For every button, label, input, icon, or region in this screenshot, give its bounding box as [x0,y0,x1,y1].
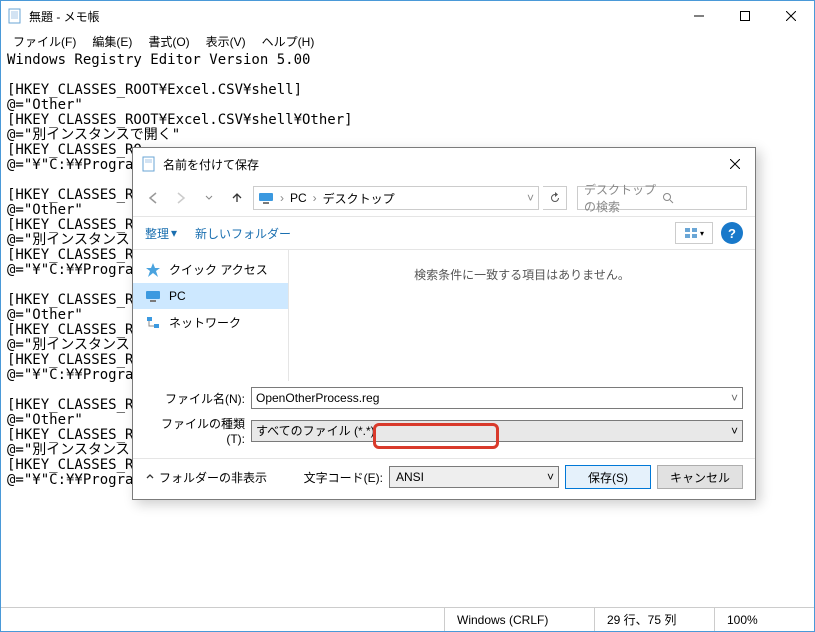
sidebar-item-network[interactable]: ネットワーク [133,309,288,336]
pc-icon [258,190,274,206]
chevron-down-icon: ˅ [731,424,738,438]
menu-edit[interactable]: 編集(E) [84,31,140,51]
breadcrumb-pc[interactable]: PC [290,191,307,205]
menu-format[interactable]: 書式(O) [140,31,197,51]
star-icon [145,262,161,278]
nav-forward-button[interactable] [169,186,193,210]
search-input[interactable]: デスクトップの検索 [577,186,747,210]
view-options-button[interactable]: ▾ [675,222,713,244]
chevron-down-icon: ˅ [547,470,554,484]
organize-button[interactable]: 整理▾ [145,225,177,242]
chevron-down-icon[interactable]: ˅ [527,191,534,205]
sidebar-item-quick-access[interactable]: クイック アクセス [133,256,288,283]
hide-folders-button[interactable]: フォルダーの非表示 [145,469,267,486]
menubar: ファイル(F) 編集(E) 書式(O) 表示(V) ヘルプ(H) [1,31,814,51]
pc-icon [145,288,161,304]
nav-up-button[interactable] [225,186,249,210]
refresh-button[interactable] [543,186,567,210]
minimize-button[interactable] [676,1,722,31]
address-bar[interactable]: › PC › デスクトップ ˅ [253,186,539,210]
dialog-close-button[interactable] [715,150,755,178]
maximize-button[interactable] [722,1,768,31]
cancel-button[interactable]: キャンセル [657,465,743,489]
filetype-combo[interactable]: すべてのファイル (*.*)˅ [251,420,743,442]
search-placeholder: デスクトップの検索 [584,181,662,215]
notepad-icon [141,156,157,172]
filetype-label: ファイルの種類(T): [145,415,245,446]
help-button[interactable]: ? [721,222,743,244]
chevron-right-icon: › [280,191,284,205]
new-folder-button[interactable]: 新しいフォルダー [195,225,291,242]
status-pos: 29 行、75 列 [594,608,714,631]
save-dialog: 名前を付けて保存 › PC › デスクトップ ˅ デスクトップの検索 整理▾ 新… [132,147,756,500]
empty-message: 検索条件に一致する項目はありません。 [414,266,630,283]
chevron-right-icon: › [313,191,317,205]
chevron-down-icon[interactable]: ˅ [731,391,738,405]
search-icon [662,192,740,204]
sidebar: クイック アクセス PC ネットワーク [133,250,289,381]
statusbar: Windows (CRLF) 29 行、75 列 100% [1,607,814,631]
chevron-down-icon[interactable] [197,186,221,210]
sidebar-item-pc[interactable]: PC [133,283,288,309]
file-list-area[interactable]: 検索条件に一致する項目はありません。 [289,250,755,381]
filename-input[interactable]: OpenOtherProcess.reg˅ [251,387,743,409]
status-zoom: 100% [714,608,814,631]
window-title: 無題 - メモ帳 [29,8,676,25]
breadcrumb-folder[interactable]: デスクトップ [323,190,395,207]
notepad-icon [7,8,23,24]
menu-file[interactable]: ファイル(F) [5,31,84,51]
filename-label: ファイル名(N): [145,390,245,407]
status-eol: Windows (CRLF) [444,608,594,631]
chevron-down-icon [145,472,155,482]
network-icon [145,315,161,331]
encoding-label: 文字コード(E): [304,469,383,486]
save-button[interactable]: 保存(S) [565,465,651,489]
menu-view[interactable]: 表示(V) [198,31,254,51]
nav-back-button[interactable] [141,186,165,210]
menu-help[interactable]: ヘルプ(H) [254,31,323,51]
chevron-down-icon: ▾ [171,226,177,240]
encoding-combo[interactable]: ANSI˅ [389,466,559,488]
dialog-title: 名前を付けて保存 [163,156,715,173]
close-button[interactable] [768,1,814,31]
